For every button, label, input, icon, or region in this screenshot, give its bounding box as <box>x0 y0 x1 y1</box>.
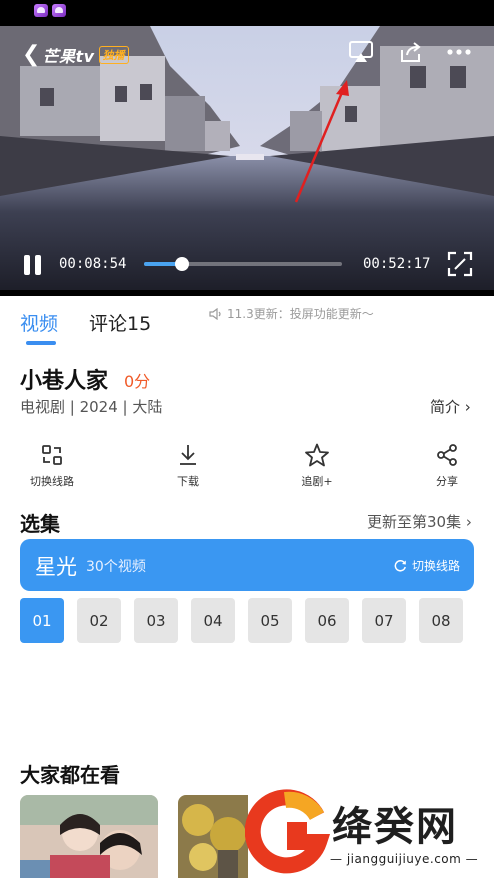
share-icon <box>401 42 421 62</box>
switch-route-text: 切换线路 <box>411 559 460 573</box>
episode-button[interactable]: 04 <box>191 598 235 643</box>
episodes-update-link[interactable]: 更新至第30集 › <box>367 511 472 532</box>
progress-thumb[interactable] <box>174 257 189 271</box>
route-switch-icon <box>42 445 62 465</box>
share-icon <box>437 444 457 466</box>
chevron-right-icon: › <box>460 398 471 416</box>
switch-route-button[interactable]: 切换线路 <box>394 557 460 574</box>
episode-button[interactable]: 03 <box>134 598 178 643</box>
tab-active-indicator <box>26 341 56 345</box>
fullscreen-button[interactable] <box>446 250 474 278</box>
speaker-icon <box>209 307 221 320</box>
watching-heading: 大家都在看 <box>20 763 120 787</box>
chevron-right-icon: › <box>461 513 472 531</box>
exclusive-tag: 独播 <box>98 46 129 64</box>
status-bar <box>0 0 494 26</box>
source-count: 30个视频 <box>86 559 146 575</box>
follow-label: 追剧+ <box>301 475 333 488</box>
cast-icon <box>349 41 373 62</box>
source-bar[interactable]: 星光 30个视频 切换线路 <box>20 539 474 591</box>
progress-bar[interactable] <box>144 257 342 271</box>
video-player[interactable]: ❮ 芒果tv 独播 00:08:54 00:52:17 <box>0 26 494 296</box>
show-meta: 电视剧 | 2024 | 大陆 <box>20 398 163 416</box>
download-icon <box>180 445 196 465</box>
episode-button[interactable]: 07 <box>362 598 406 643</box>
show-score: 0分 <box>124 372 151 391</box>
show-title: 小巷人家 <box>20 369 109 394</box>
share-button[interactable] <box>396 38 426 66</box>
pause-button[interactable] <box>22 254 44 276</box>
current-time: 00:08:54 <box>59 256 127 272</box>
intro-label: 简介 <box>430 398 461 416</box>
intro-link[interactable]: 简介 › <box>430 396 471 417</box>
share-action[interactable]: 分享 <box>407 442 487 489</box>
pause-icon <box>24 255 30 275</box>
fullscreen-icon <box>447 251 473 277</box>
update-note: 11.3更新：投屏功能更新～ <box>209 305 374 322</box>
recommendation-thumbnail[interactable] <box>178 795 248 878</box>
watermark-url: — jiangguijiuye.com — <box>330 852 479 866</box>
total-time: 00:52:17 <box>363 256 431 272</box>
share-label: 分享 <box>436 475 458 488</box>
tab-video[interactable]: 视频 <box>20 309 58 336</box>
episode-button[interactable]: 01 <box>20 598 64 643</box>
episode-button[interactable]: 05 <box>248 598 292 643</box>
mango-tv-logo: ❮ 芒果tv 独播 <box>22 42 129 68</box>
recommendation-thumbnail[interactable] <box>20 795 158 878</box>
download-action[interactable]: 下载 <box>148 442 228 489</box>
follow-action[interactable]: 追剧+ <box>277 442 357 489</box>
star-icon <box>305 443 329 467</box>
watermark-text: 绛癸网 <box>332 804 458 850</box>
episode-button[interactable]: 08 <box>419 598 463 643</box>
update-to-label: 更新至第30集 <box>367 513 462 531</box>
switch-route-action[interactable]: 切换线路 <box>12 442 92 489</box>
tab-comments[interactable]: 评论15 <box>89 309 151 336</box>
switch-route-label: 切换线路 <box>30 475 74 488</box>
download-label: 下载 <box>177 475 199 488</box>
more-button[interactable] <box>444 38 474 66</box>
app-notification-icon <box>52 4 66 17</box>
update-note-text: 11.3更新：投屏功能更新～ <box>227 307 374 321</box>
episodes-heading: 选集 <box>20 512 60 536</box>
screen-cast-button[interactable] <box>346 38 376 66</box>
logo-brand: 芒果tv <box>42 47 95 66</box>
episode-button[interactable]: 02 <box>77 598 121 643</box>
refresh-icon <box>394 560 406 572</box>
more-dots-icon <box>447 49 471 55</box>
source-name: 星光 <box>35 555 77 579</box>
episode-button[interactable]: 06 <box>305 598 349 643</box>
app-notification-icon <box>34 4 48 17</box>
back-icon[interactable]: ❮ <box>22 44 40 66</box>
player-divider <box>0 290 494 296</box>
